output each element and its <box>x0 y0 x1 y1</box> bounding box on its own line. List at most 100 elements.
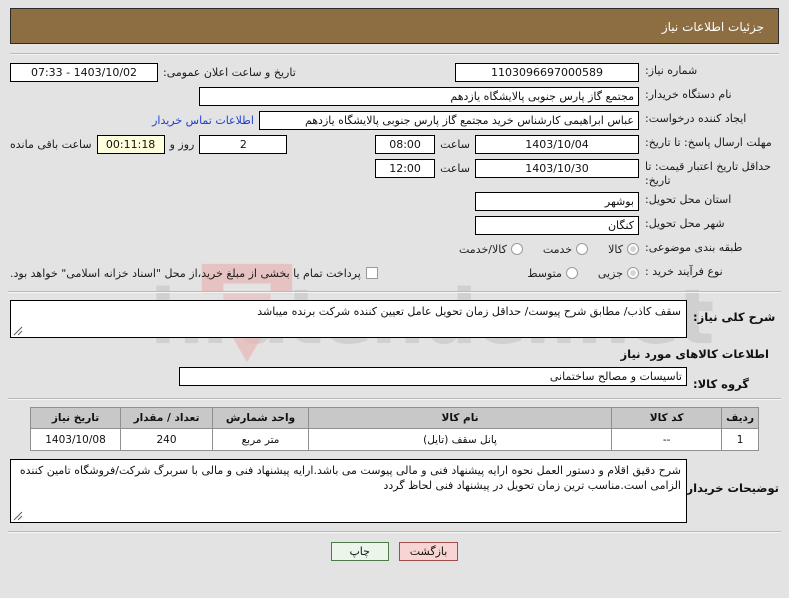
radio-indicator-icon[interactable] <box>627 243 639 255</box>
remaining-hours-label: ساعت باقی مانده <box>10 137 92 151</box>
buyer-notes-row: توضیحات خریدار: شرح دقیق اقلام و دستور ا… <box>0 459 789 523</box>
delivery-province-label: استان محل تحویل: <box>645 193 732 206</box>
radio-label: کالا <box>608 242 623 256</box>
cell-radif: 1 <box>721 428 759 451</box>
delivery-city-label: شهر محل تحویل: <box>645 217 725 230</box>
general-need-textarea[interactable]: سقف کاذب/ مطابق شرح پیوست/ حداقل زمان تح… <box>10 300 687 338</box>
treasury-bonds-label: پرداخت تمام یا بخشی از مبلغ خرید،از محل … <box>10 266 361 280</box>
print-button[interactable]: چاپ <box>330 542 389 561</box>
radio-label: متوسط <box>527 266 562 280</box>
page-root: جزئیات اطلاعات نیاز شماره نیاز: 11030966… <box>0 0 789 561</box>
radio-process-jozei[interactable]: جزیی <box>598 267 639 280</box>
response-deadline-time-label: ساعت <box>440 137 470 151</box>
subject-category-label: طبقه بندی موضوعی: <box>645 241 743 254</box>
cell-date: 1403/10/08 <box>30 428 121 451</box>
buyer-org-label: نام دستگاه خریدار: <box>645 88 732 101</box>
public-announce-label: تاریخ و ساعت اعلان عمومی: <box>163 65 296 79</box>
radio-indicator-icon[interactable] <box>627 267 639 279</box>
footer-actions: بازگشت چاپ <box>0 533 789 561</box>
buyer-notes-label: توضیحات خریدار: <box>681 481 779 495</box>
table-row: 1 -- پانل سقف (تایل) متر مربع 240 1403/1… <box>30 428 759 451</box>
remaining-countdown-timer: 00:11:18 <box>96 134 165 154</box>
column-header-name: نام کالا <box>307 407 613 429</box>
titlebar-container: جزئیات اطلاعات نیاز <box>0 0 789 44</box>
form-row-response-deadline: مهلت ارسال پاسخ: تا تاریخ: 1403/10/04 سا… <box>10 133 779 155</box>
goods-table-header-row: ردیف کد کالا نام کالا واحد شمارش تعداد /… <box>30 407 759 429</box>
treasury-bonds-checkbox-row[interactable]: پرداخت تمام یا بخشی از مبلغ خرید،از محل … <box>10 267 378 280</box>
back-button[interactable]: بازگشت <box>398 542 459 561</box>
column-header-radif: ردیف <box>721 407 759 429</box>
purchase-process-label: نوع فرآیند خرید : <box>645 265 723 278</box>
form-row-need-number: شماره نیاز: 1103096697000589 تاریخ و ساع… <box>10 61 779 83</box>
form-row-delivery-province: استان محل تحویل: بوشهر <box>10 190 779 212</box>
resize-grip-icon[interactable] <box>13 326 23 336</box>
form-row-request-creator: ایجاد کننده درخواست: عباس ابراهیمی کارشن… <box>10 109 779 131</box>
column-header-code: کد کالا <box>611 407 723 429</box>
form-row-subject-category: طبقه بندی موضوعی: کالا خدمت کالا/خدمت <box>10 238 779 260</box>
subject-category-radio-group: کالا خدمت کالا/خدمت <box>445 243 639 256</box>
need-number-input[interactable]: 1103096697000589 <box>455 62 639 82</box>
purchase-process-radio-group: جزیی متوسط <box>513 267 639 280</box>
column-header-date: تاریخ نیاز <box>30 407 121 429</box>
request-creator-input[interactable]: عباس ابراهیمی کارشناس خرید مجتمع گاز پار… <box>259 110 639 130</box>
public-announce-input[interactable]: 1403/10/02 - 07:33 <box>10 62 158 82</box>
form-row-purchase-process: نوع فرآیند خرید : جزیی متوسط پرداخت تمام… <box>10 262 779 284</box>
purchase-process-body: جزیی متوسط پرداخت تمام یا بخشی از مبلغ خ… <box>10 262 639 284</box>
goods-section-title: اطلاعات کالاهای مورد نیاز <box>620 347 769 361</box>
radio-subject-kala-khedmat[interactable]: کالا/خدمت <box>459 243 523 256</box>
need-number-label: شماره نیاز: <box>645 64 698 77</box>
radio-indicator-icon[interactable] <box>510 243 523 255</box>
column-header-qty: تعداد / مقدار <box>120 407 213 429</box>
price-validity-body: 1403/10/30 ساعت 12:00 <box>10 157 639 179</box>
form-section-divider <box>8 291 781 293</box>
checkbox-indicator-icon[interactable] <box>365 267 378 279</box>
buyer-notes-textarea[interactable]: شرح دقیق اقلام و دستور العمل نحوه ارایه … <box>10 459 687 523</box>
general-need-row: شرح کلی نیاز: سقف کاذب/ مطابق شرح پیوست/… <box>0 300 789 338</box>
request-creator-body: عباس ابراهیمی کارشناس خرید مجتمع گاز پار… <box>10 109 639 131</box>
price-validity-time-label: ساعت <box>440 161 470 175</box>
cell-code: -- <box>611 428 723 451</box>
goods-group-label: گروه کالا: <box>693 377 749 391</box>
radio-subject-kala[interactable]: کالا <box>608 243 639 256</box>
response-deadline-label: مهلت ارسال پاسخ: تا تاریخ: <box>645 136 772 149</box>
buyer-contact-link[interactable]: اطلاعات تماس خریدار <box>152 114 254 127</box>
goods-table-container: ردیف کد کالا نام کالا واحد شمارش تعداد /… <box>0 407 789 451</box>
page-title: جزئیات اطلاعات نیاز <box>10 8 779 44</box>
need-details-form: شماره نیاز: 1103096697000589 تاریخ و ساع… <box>0 55 789 284</box>
response-deadline-date-input[interactable]: 1403/10/04 <box>475 134 639 154</box>
form-row-buyer-org: نام دستگاه خریدار: مجتمع گاز پارس جنوبی … <box>10 85 779 107</box>
remaining-days-input: 2 <box>199 134 288 154</box>
goods-table-body: 1 -- پانل سقف (تایل) متر مربع 240 1403/1… <box>30 428 759 451</box>
delivery-city-input[interactable]: کنگان <box>475 215 639 235</box>
delivery-city-body: کنگان <box>10 214 639 236</box>
goods-group-input[interactable]: تاسیسات و مصالح ساختمانی <box>179 367 687 386</box>
radio-indicator-icon[interactable] <box>565 267 578 279</box>
cell-unit: متر مربع <box>212 428 309 451</box>
buyer-org-input[interactable]: مجتمع گاز پارس جنوبی پالایشگاه یازدهم <box>199 86 639 106</box>
form-row-price-validity: حداقل تاریخ اعتبار قیمت: تا تاریخ: 1403/… <box>10 157 779 188</box>
resize-grip-icon[interactable] <box>13 511 23 521</box>
radio-label: جزیی <box>597 266 623 280</box>
radio-process-motavaset[interactable]: متوسط <box>527 267 578 280</box>
cell-qty: 240 <box>120 428 213 451</box>
price-validity-label: حداقل تاریخ اعتبار قیمت: تا تاریخ: <box>645 160 771 187</box>
general-need-label: شرح کلی نیاز: <box>693 310 776 324</box>
price-validity-date-input[interactable]: 1403/10/30 <box>475 158 639 178</box>
buyer-org-body: مجتمع گاز پارس جنوبی پالایشگاه یازدهم <box>10 85 639 107</box>
goods-table: ردیف کد کالا نام کالا واحد شمارش تعداد /… <box>30 407 759 451</box>
form-row-delivery-city: شهر محل تحویل: کنگان <box>10 214 779 236</box>
delivery-province-input[interactable]: بوشهر <box>475 191 639 211</box>
radio-label: کالا/خدمت <box>459 242 507 256</box>
subject-category-body: کالا خدمت کالا/خدمت <box>10 238 639 260</box>
delivery-province-body: بوشهر <box>10 190 639 212</box>
radio-indicator-icon[interactable] <box>576 243 589 255</box>
column-header-unit: واحد شمارش <box>212 407 309 429</box>
response-deadline-time-input[interactable]: 08:00 <box>375 134 436 154</box>
cell-name: پانل سقف (تایل) <box>307 428 613 451</box>
request-creator-label: ایجاد کننده درخواست: <box>645 112 747 125</box>
response-deadline-body: 1403/10/04 ساعت 08:00 2 روز و 00:11:18 س… <box>10 133 639 155</box>
radio-subject-khedmat[interactable]: خدمت <box>543 243 589 256</box>
goods-table-head: ردیف کد کالا نام کالا واحد شمارش تعداد /… <box>30 407 759 429</box>
goods-group-divider <box>8 398 781 400</box>
price-validity-time-input[interactable]: 12:00 <box>375 158 436 178</box>
